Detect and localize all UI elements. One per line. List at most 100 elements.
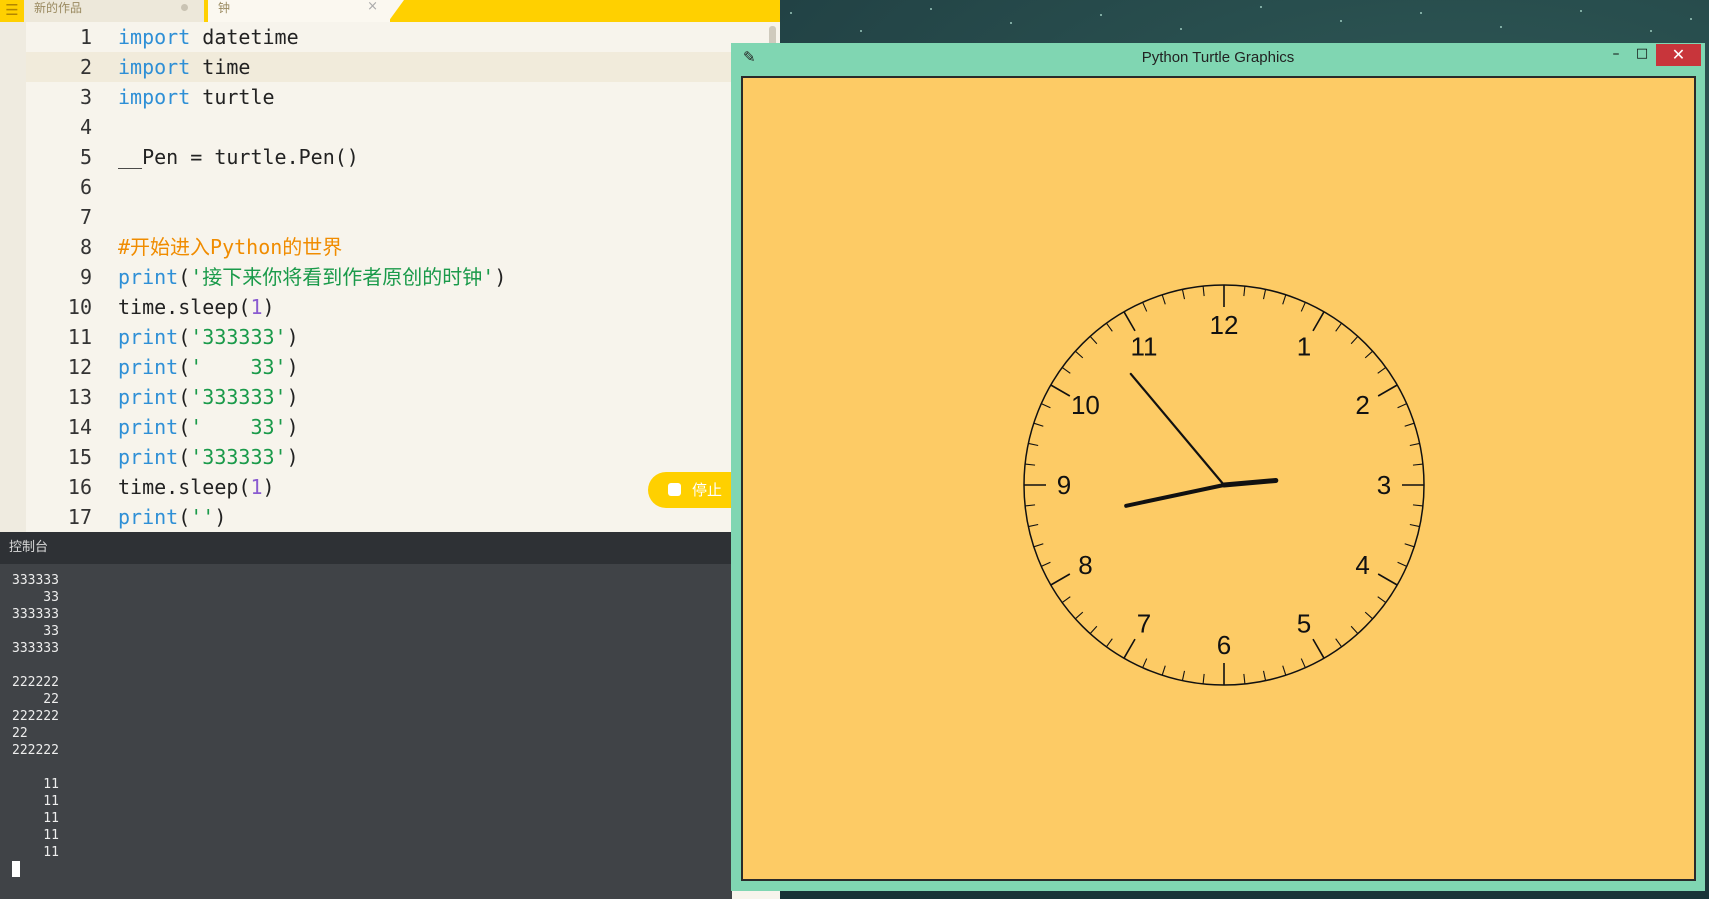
line-number: 15 bbox=[67, 445, 92, 469]
line-number: 17 bbox=[67, 505, 92, 529]
star-decoration bbox=[1180, 28, 1182, 30]
clock-number: 3 bbox=[1377, 470, 1391, 500]
console-title: 控制台 bbox=[9, 540, 49, 555]
tab-new-project[interactable]: 新的作品 bbox=[24, 0, 204, 22]
clock-second-hand bbox=[1124, 483, 1226, 508]
code-token: #开始进入Python的世界 bbox=[118, 235, 343, 259]
console-line: 11 bbox=[12, 811, 59, 826]
star-decoration bbox=[860, 30, 862, 32]
tab-label: 钟 bbox=[218, 1, 231, 15]
minimize-button[interactable]: – bbox=[1607, 46, 1625, 66]
console-line: 222222 bbox=[12, 743, 59, 758]
stop-icon bbox=[668, 483, 681, 496]
code-token: '' bbox=[190, 505, 215, 529]
code-editor-window: ☰ 新的作品 钟 × 1 import datetime 2 import time 3… bbox=[0, 0, 780, 899]
tab-edge-decoration bbox=[388, 0, 404, 22]
line-content: import turtle bbox=[118, 82, 275, 112]
clock-hour-hand bbox=[1221, 477, 1279, 488]
code-line[interactable]: 2 import time bbox=[26, 52, 780, 82]
code-token: '333333' bbox=[190, 325, 287, 349]
text-cursor bbox=[12, 861, 20, 877]
code-line[interactable]: 10 time.sleep(1) bbox=[26, 292, 780, 322]
close-tab-icon[interactable]: × bbox=[367, 0, 378, 15]
clock-minute-tick bbox=[1404, 543, 1415, 548]
tab-clock[interactable]: 钟 × bbox=[208, 0, 390, 22]
code-line[interactable]: 13 print('333333') bbox=[26, 382, 780, 412]
code-area[interactable]: 1 import datetime 2 import time 3 import turt… bbox=[26, 22, 780, 532]
code-token: ' 33' bbox=[190, 355, 287, 379]
clock-minute-tick bbox=[1142, 302, 1148, 312]
star-decoration bbox=[790, 12, 792, 14]
code-line[interactable]: 7 bbox=[26, 202, 780, 232]
clock-number: 1 bbox=[1297, 331, 1311, 361]
clock-minute-tick bbox=[1397, 561, 1407, 567]
code-token: print bbox=[118, 385, 179, 409]
code-token: ) bbox=[494, 265, 507, 289]
code-line[interactable]: 3 import turtle bbox=[26, 82, 780, 112]
code-token: 1 bbox=[250, 295, 263, 319]
code-token: ( bbox=[178, 355, 191, 379]
star-decoration bbox=[1260, 6, 1262, 8]
close-button[interactable]: ✕ bbox=[1656, 44, 1701, 66]
line-content: #开始进入Python的世界 bbox=[118, 232, 342, 262]
console-output[interactable]: 333333 33 333333 33 333333 222222 22 222222 2… bbox=[0, 564, 732, 899]
window-title: Python Turtle Graphics bbox=[1141, 49, 1295, 66]
code-line[interactable]: 6 bbox=[26, 172, 780, 202]
code-line[interactable]: 5 __Pen = turtle.Pen() bbox=[26, 142, 780, 172]
line-content: print(' 33') bbox=[118, 412, 299, 442]
console-line: 11 bbox=[12, 794, 59, 809]
clock-minute-tick bbox=[1142, 658, 1148, 668]
clock-minute-tick bbox=[1300, 658, 1306, 668]
code-token: time bbox=[190, 55, 251, 79]
code-line[interactable]: 4 bbox=[26, 112, 780, 142]
clock-minute-tick bbox=[1282, 294, 1287, 305]
clock-minute-tick bbox=[1262, 670, 1267, 681]
line-content: print('333333') bbox=[118, 382, 299, 412]
clock-minute-tick bbox=[1409, 523, 1420, 528]
console-header: 控制台 bbox=[0, 532, 732, 564]
line-content: __Pen = turtle.Pen() bbox=[118, 142, 359, 172]
clock-hour-tick bbox=[1050, 384, 1071, 397]
code-token: print bbox=[118, 415, 179, 439]
clock-minute-tick bbox=[1364, 611, 1373, 620]
code-line[interactable]: 8 #开始进入Python的世界 bbox=[26, 232, 780, 262]
code-line[interactable]: 12 print(' 33') bbox=[26, 352, 780, 382]
line-number: 12 bbox=[67, 355, 92, 379]
stop-button[interactable]: 停止 bbox=[648, 472, 734, 508]
console-line: 222222 bbox=[12, 709, 59, 724]
maximize-button[interactable]: □ bbox=[1632, 46, 1652, 66]
console-line: 33 bbox=[12, 624, 59, 639]
code-line[interactable]: 9 print('接下来你将看到作者原创的时钟') bbox=[26, 262, 780, 292]
turtle-canvas[interactable]: 12 1 2 3 4 5 6 7 8 9 10 11 bbox=[741, 76, 1696, 881]
code-line[interactable]: 11 print('333333') bbox=[26, 322, 780, 352]
clock-hour-tick bbox=[1123, 638, 1136, 659]
editor-gutter bbox=[0, 22, 26, 532]
line-number: 13 bbox=[67, 385, 92, 409]
code-token: '333333' bbox=[190, 385, 287, 409]
clock-minute-tick bbox=[1181, 670, 1186, 681]
code-token: time.sleep( bbox=[118, 295, 251, 319]
clock-minute-tick bbox=[1202, 673, 1205, 684]
code-line[interactable]: 1 import datetime bbox=[26, 22, 780, 52]
code-line[interactable]: 14 print(' 33') bbox=[26, 412, 780, 442]
clock-minute-tick bbox=[1161, 294, 1166, 305]
code-token: print bbox=[118, 445, 179, 469]
line-number: 14 bbox=[67, 415, 92, 439]
line-number: 11 bbox=[67, 325, 92, 349]
code-line[interactable]: 15 print('333333') bbox=[26, 442, 780, 472]
code-token: import bbox=[118, 55, 191, 79]
line-content: print('') bbox=[118, 502, 226, 532]
code-token: ) bbox=[262, 475, 275, 499]
clock-number: 8 bbox=[1078, 550, 1092, 580]
clock-minute-tick bbox=[1350, 625, 1359, 634]
hamburger-menu-icon[interactable]: ☰ bbox=[2, 1, 22, 21]
star-decoration bbox=[1100, 14, 1102, 16]
clock-minute-tick bbox=[1404, 422, 1415, 427]
clock-minute-tick bbox=[1412, 504, 1423, 507]
line-content: time.sleep(1) bbox=[118, 292, 275, 322]
clock-minute-tick bbox=[1061, 366, 1071, 374]
window-titlebar[interactable]: ✎ Python Turtle Graphics – □ ✕ bbox=[731, 43, 1705, 73]
clock-number: 2 bbox=[1355, 390, 1369, 420]
clock-minute-tick bbox=[1041, 561, 1051, 567]
line-number: 4 bbox=[79, 115, 92, 139]
